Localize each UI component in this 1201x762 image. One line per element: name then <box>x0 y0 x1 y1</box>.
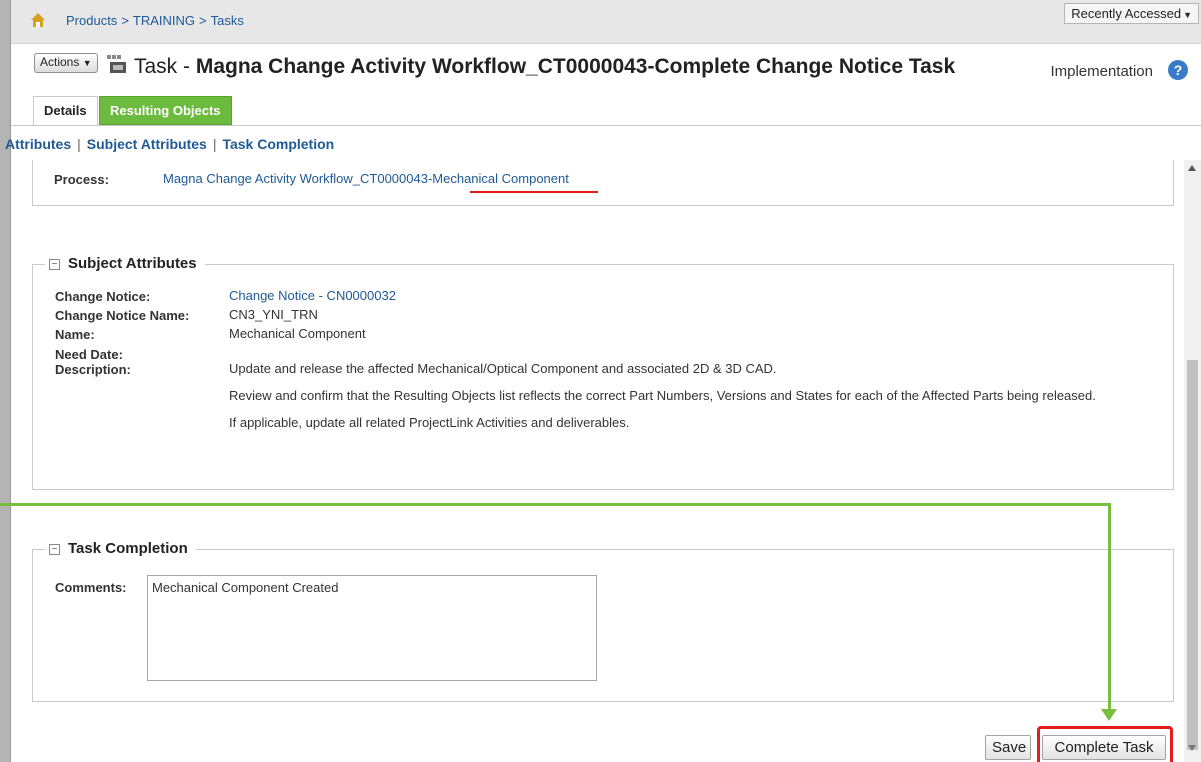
page-title: Task - Magna Change Activity Workflow_CT… <box>134 55 955 79</box>
annotation-line-horizontal <box>0 503 1111 506</box>
scroll-up-icon[interactable] <box>1188 165 1196 171</box>
process-link[interactable]: Magna Change Activity Workflow_CT0000043… <box>163 171 569 186</box>
breadcrumb-training[interactable]: TRAINING <box>133 13 195 28</box>
annotation-line-vertical <box>1108 503 1111 710</box>
top-bar: Products > TRAINING > Tasks Recently Accesse… <box>11 0 1201 44</box>
task-completion-title: Task Completion <box>68 540 188 557</box>
description-label: Description: <box>55 362 131 377</box>
recently-accessed-label: Recently Accessed <box>1071 6 1182 21</box>
recently-accessed-dropdown[interactable]: Recently Accessed ▼ <box>1064 3 1199 24</box>
breadcrumb-products[interactable]: Products <box>66 13 117 28</box>
save-button[interactable]: Save <box>985 735 1031 760</box>
tab-details[interactable]: Details <box>33 96 98 125</box>
section-anchors: Attributes | Subject Attributes | Task Compl… <box>5 136 334 152</box>
comments-field[interactable]: Mechanical Component Created <box>147 575 597 681</box>
page-header: Actions ▼ Task - Magna Change Activity W… <box>11 44 1201 94</box>
breadcrumb: Products > TRAINING > Tasks <box>66 13 244 28</box>
highlight-underline <box>470 191 598 193</box>
chevron-down-icon: ▼ <box>1183 10 1192 20</box>
left-rail <box>0 0 11 762</box>
svg-text:?: ? <box>1174 62 1183 78</box>
change-notice-name-label: Change Notice Name: <box>55 308 190 323</box>
collapse-icon[interactable]: − <box>49 544 60 555</box>
context-label: Implementation <box>1050 63 1153 80</box>
comments-label: Comments: <box>55 580 127 595</box>
anchor-divider: | <box>212 136 217 152</box>
actions-label: Actions <box>40 55 80 69</box>
annotation-arrowhead <box>1101 709 1117 721</box>
subject-attributes-header: − Subject Attributes <box>45 255 205 272</box>
home-icon[interactable] <box>30 12 46 28</box>
anchor-divider: | <box>77 136 81 152</box>
scroll-content: Process: Magna Change Activity Workflow_… <box>11 160 1184 762</box>
vertical-scrollbar[interactable] <box>1184 160 1201 762</box>
description-line-1: Update and release the affected Mechanic… <box>229 361 777 376</box>
need-date-label: Need Date: <box>55 347 123 362</box>
task-completion-panel: − Task Completion Comments: Mechanical Co… <box>32 540 1174 702</box>
change-notice-link[interactable]: Change Notice - CN0000032 <box>229 288 396 303</box>
subject-attributes-title: Subject Attributes <box>68 255 197 272</box>
name-value: Mechanical Component <box>229 326 366 341</box>
collapse-icon[interactable]: − <box>49 259 60 270</box>
change-notice-label: Change Notice: <box>55 289 151 304</box>
help-icon[interactable]: ? <box>1167 59 1189 81</box>
subject-attributes-panel: − Subject Attributes Change Notice: Chang… <box>32 255 1174 490</box>
description-line-2: Review and confirm that the Resulting Ob… <box>229 388 1096 403</box>
scroll-down-icon[interactable] <box>1188 745 1196 751</box>
task-completion-header: − Task Completion <box>45 540 196 557</box>
anchor-task-completion[interactable]: Task Completion <box>222 136 334 152</box>
task-icon <box>107 55 126 73</box>
anchor-attributes[interactable]: Attributes <box>5 136 71 152</box>
tab-divider <box>11 125 1201 126</box>
name-label: Name: <box>55 327 95 342</box>
tab-bar: Details Resulting Objects <box>11 93 1201 125</box>
description-line-3: If applicable, update all related Projec… <box>229 415 630 430</box>
process-label: Process: <box>54 172 109 187</box>
anchor-subject-attributes[interactable]: Subject Attributes <box>87 136 207 152</box>
breadcrumb-separator: > <box>199 13 207 28</box>
breadcrumb-separator: > <box>121 13 129 28</box>
tab-resulting-objects[interactable]: Resulting Objects <box>99 96 232 125</box>
change-notice-name-value: CN3_YNI_TRN <box>229 307 318 322</box>
chevron-down-icon: ▼ <box>82 58 92 68</box>
scroll-thumb[interactable] <box>1187 360 1198 750</box>
actions-menu-button[interactable]: Actions ▼ <box>34 53 98 73</box>
title-name: Magna Change Activity Workflow_CT0000043… <box>195 55 956 78</box>
breadcrumb-tasks[interactable]: Tasks <box>211 13 244 28</box>
highlight-box <box>1037 726 1173 762</box>
title-prefix: Task - <box>134 55 196 78</box>
